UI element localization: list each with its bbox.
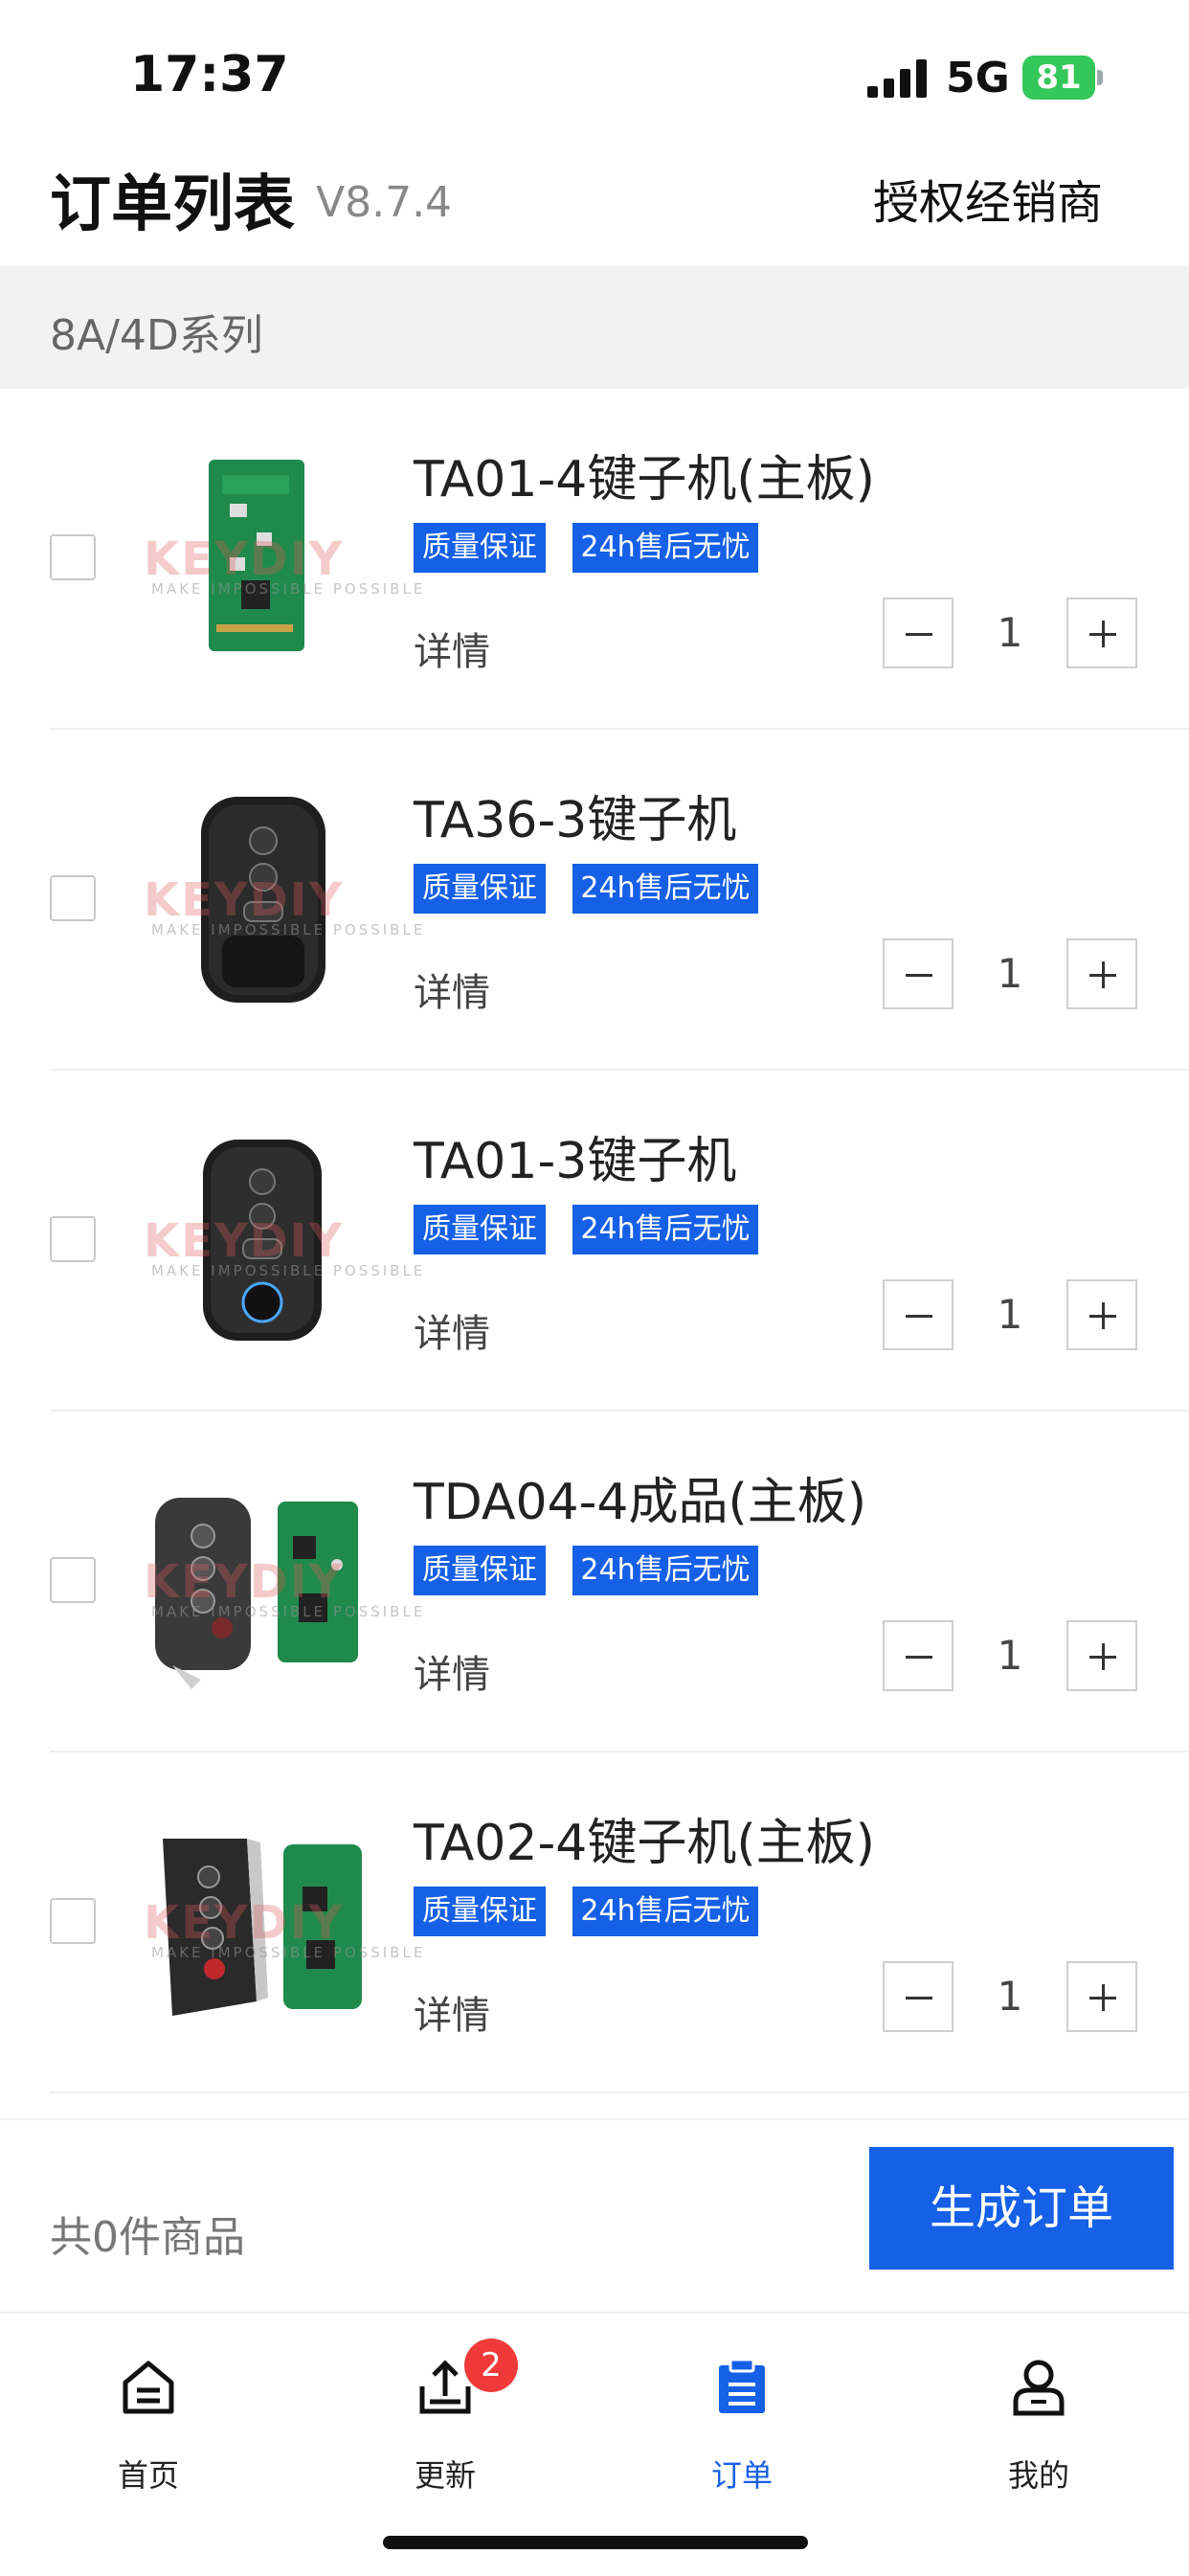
quantity-value: 1: [997, 1632, 1023, 1679]
select-checkbox[interactable]: [50, 1898, 96, 1944]
minus-icon: [906, 1315, 932, 1318]
watermark-sub: MAKE IMPOSSIBLE POSSIBLE: [151, 1262, 426, 1279]
quantity-value: 1: [997, 1973, 1023, 2020]
watermark: KEYDIY: [144, 1214, 345, 1268]
quality-tag: 质量保证: [414, 1205, 546, 1254]
product-item[interactable]: KEYDIY MAKE IMPOSSIBLE POSSIBLE TA01-4键子…: [0, 389, 1189, 730]
section-title: 8A/4D系列: [50, 311, 263, 360]
quantity-stepper: 1: [883, 598, 1141, 670]
product-image[interactable]: KEYDIY MAKE IMPOSSIBLE POSSIBLE: [134, 437, 422, 686]
quantity-stepper: 1: [883, 1620, 1141, 1693]
quantity-stepper: 1: [883, 1279, 1141, 1352]
product-name[interactable]: TA02-4键子机(主板): [414, 1802, 875, 1874]
home-indicator: [383, 2536, 808, 2549]
product-name[interactable]: TDA04-4成品(主板): [414, 1461, 866, 1533]
increase-button[interactable]: [1066, 1961, 1137, 2032]
tab-label: 订单: [710, 2457, 773, 2494]
watermark: KEYDIY: [144, 873, 345, 927]
details-link[interactable]: 详情: [414, 961, 490, 1017]
tab-home[interactable]: 首页: [53, 2339, 244, 2494]
update-badge: 2: [464, 2339, 518, 2392]
decrease-button[interactable]: [883, 1620, 953, 1691]
product-image[interactable]: KEYDIY MAKE IMPOSSIBLE POSSIBLE: [134, 778, 422, 1027]
service-tag: 24h售后无忧: [572, 1887, 758, 1936]
status-bar: 17:37 5G 81: [0, 0, 1189, 144]
quality-tag: 质量保证: [414, 1887, 546, 1936]
select-checkbox[interactable]: [50, 875, 96, 921]
product-name[interactable]: TA01-3键子机: [414, 1120, 736, 1192]
minus-icon: [906, 974, 932, 977]
dealer-link[interactable]: 授权经销商: [873, 165, 1103, 232]
watermark: KEYDIY: [144, 1555, 345, 1609]
status-time: 17:37: [130, 46, 289, 103]
select-checkbox[interactable]: [50, 534, 96, 580]
order-action-bar: 共0件商品 生成订单: [0, 2118, 1189, 2314]
quantity-stepper: 1: [883, 938, 1141, 1011]
watermark-sub: MAKE IMPOSSIBLE POSSIBLE: [151, 921, 426, 938]
divider: [50, 2091, 1189, 2093]
version-label: V8.7.4: [316, 178, 453, 227]
tab-update[interactable]: 2 更新: [349, 2339, 541, 2494]
select-checkbox[interactable]: [50, 1216, 96, 1262]
product-name[interactable]: TA36-3键子机: [414, 780, 736, 851]
order-clipboard-icon: [719, 2358, 765, 2413]
product-item[interactable]: KEYDIY MAKE IMPOSSIBLE POSSIBLE TA01-3键子…: [0, 1071, 1189, 1412]
increase-button[interactable]: [1066, 1279, 1137, 1350]
section-header: 8A/4D系列: [0, 266, 1189, 389]
item-count: 共0件商品: [50, 2213, 245, 2262]
details-link[interactable]: 详情: [414, 1643, 490, 1699]
quantity-value: 1: [997, 1291, 1023, 1338]
product-image[interactable]: KEYDIY MAKE IMPOSSIBLE POSSIBLE: [134, 1800, 422, 2049]
decrease-button[interactable]: [883, 1961, 953, 2032]
home-icon: [123, 2361, 174, 2414]
quality-tag: 质量保证: [414, 1546, 546, 1595]
product-name[interactable]: TA01-4键子机(主板): [414, 439, 875, 510]
details-link[interactable]: 详情: [414, 1984, 490, 2040]
increase-button[interactable]: [1066, 938, 1137, 1009]
signal-icon: [867, 59, 929, 98]
tab-label: 首页: [117, 2457, 179, 2494]
watermark-sub: MAKE IMPOSSIBLE POSSIBLE: [151, 1603, 426, 1620]
tab-label: 更新: [414, 2457, 476, 2494]
service-tag: 24h售后无忧: [572, 1546, 758, 1595]
watermark: KEYDIY: [144, 1896, 345, 1950]
decrease-button[interactable]: [883, 938, 953, 1009]
quantity-value: 1: [997, 950, 1023, 997]
minus-icon: [906, 633, 932, 636]
create-order-button[interactable]: 生成订单: [869, 2147, 1174, 2270]
quality-tag: 质量保证: [414, 864, 546, 914]
watermark-sub: MAKE IMPOSSIBLE POSSIBLE: [151, 1944, 426, 1961]
decrease-button[interactable]: [883, 1279, 953, 1350]
minus-icon: [906, 1656, 932, 1659]
quality-tag: 质量保证: [414, 523, 546, 573]
watermark: KEYDIY: [144, 532, 345, 586]
page-title: 订单列表: [50, 169, 295, 240]
quantity-stepper: 1: [883, 1961, 1141, 2034]
increase-button[interactable]: [1066, 1620, 1137, 1691]
user-icon: [1013, 2360, 1065, 2416]
select-checkbox[interactable]: [50, 1557, 96, 1603]
battery-level: 81: [1036, 58, 1082, 97]
watermark-sub: MAKE IMPOSSIBLE POSSIBLE: [151, 580, 426, 598]
minus-icon: [906, 1997, 932, 2000]
quantity-value: 1: [997, 609, 1023, 656]
product-item[interactable]: KEYDIY MAKE IMPOSSIBLE POSSIBLE TDA04-4成…: [0, 1412, 1189, 1752]
service-tag: 24h售后无忧: [572, 523, 758, 573]
tab-label: 我的: [1007, 2457, 1069, 2494]
details-link[interactable]: 详情: [414, 621, 490, 676]
details-link[interactable]: 详情: [414, 1302, 490, 1358]
product-item[interactable]: KEYDIY MAKE IMPOSSIBLE POSSIBLE TA02-4键子…: [0, 1752, 1189, 2093]
product-image[interactable]: KEYDIY MAKE IMPOSSIBLE POSSIBLE: [134, 1459, 422, 1708]
service-tag: 24h售后无忧: [572, 864, 758, 914]
increase-button[interactable]: [1066, 598, 1137, 668]
tab-orders[interactable]: 订单: [646, 2339, 838, 2494]
product-item[interactable]: KEYDIY MAKE IMPOSSIBLE POSSIBLE TA36-3键子…: [0, 730, 1189, 1071]
decrease-button[interactable]: [883, 598, 953, 668]
network-type: 5G: [946, 54, 1010, 102]
tab-profile[interactable]: 我的: [943, 2339, 1134, 2494]
battery-icon: 81: [1022, 56, 1103, 100]
service-tag: 24h售后无忧: [572, 1205, 758, 1254]
product-image[interactable]: KEYDIY MAKE IMPOSSIBLE POSSIBLE: [134, 1119, 422, 1367]
app-header: 订单列表 V8.7.4 授权经销商: [0, 144, 1189, 266]
